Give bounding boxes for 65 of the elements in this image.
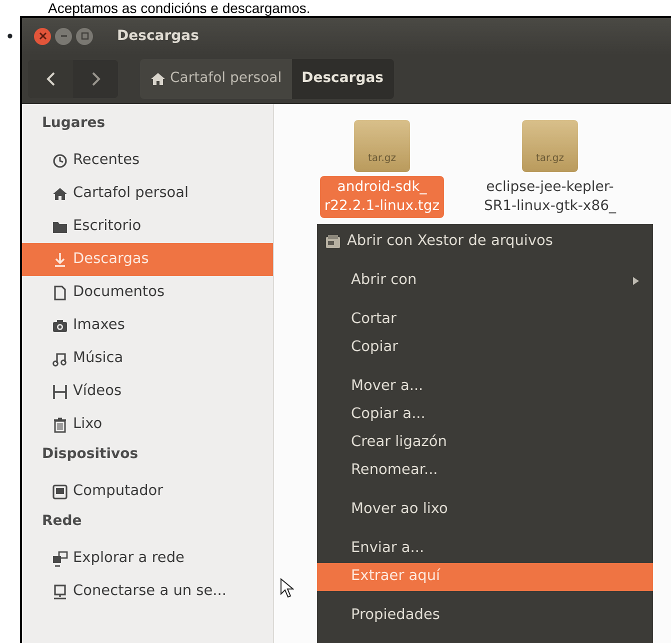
chevron-left-icon (46, 72, 56, 86)
menu-item[interactable]: Crear ligazón (317, 429, 653, 457)
drive-icon (52, 484, 68, 500)
sidebar-item[interactable]: Lixo (22, 408, 273, 441)
sidebar-item[interactable]: Cartafol persoal (22, 177, 273, 210)
sidebar-label: Descargas (73, 250, 149, 269)
breadcrumb-button[interactable]: Cartafol persoal (140, 58, 292, 98)
sidebar-label: Recentes (73, 150, 140, 170)
file-name[interactable]: eclipse-jee-kepler- SR1-linux-gtk-x86_ (480, 176, 620, 218)
mouse-pointer-icon (280, 578, 294, 598)
submenu-arrow-icon (633, 277, 639, 285)
sidebar-item[interactable]: Imaxes (22, 309, 273, 342)
menu-item[interactable]: Copiar (317, 334, 653, 362)
archive-icon (325, 234, 341, 250)
menu-item[interactable]: Mover ao lixo (317, 485, 653, 524)
archive-file-icon: tar.gz (522, 120, 578, 172)
document-icon (52, 284, 68, 300)
sidebar-label: Escritorio (73, 216, 142, 236)
clock-icon (52, 152, 68, 168)
menu-item[interactable]: Enviar a... (317, 524, 653, 563)
bullet: • (4, 28, 16, 46)
chevron-right-icon (90, 72, 100, 86)
maximize-icon[interactable] (76, 28, 93, 44)
music-icon (52, 350, 68, 366)
close-icon[interactable] (34, 28, 51, 44)
sidebar-label: Explorar a rede (73, 548, 184, 568)
menu-item[interactable]: Renomear... (317, 457, 653, 485)
network-icon (52, 550, 68, 566)
sidebar-label: Vídeos (73, 382, 122, 401)
sidebar-item[interactable]: Vídeos (22, 375, 273, 408)
home-icon (52, 186, 68, 202)
sidebar-item[interactable]: Explorar a rede (22, 542, 273, 575)
menu-item[interactable]: Abrir con Xestor de arquivos (317, 228, 653, 256)
sidebar-item[interactable]: Escritorio (22, 210, 273, 243)
sidebar-item[interactable]: Música (22, 342, 273, 375)
sidebar-item[interactable]: Documentos (22, 276, 273, 309)
minimize-icon[interactable] (55, 28, 72, 44)
film-strip-icon (52, 384, 68, 400)
menu-item[interactable]: Propiedades (317, 591, 653, 630)
section-heading: Lugares (41, 114, 106, 133)
sidebar-label: Conectarse a un se... (73, 582, 226, 601)
sidebar-label: Música (73, 348, 124, 368)
menu-item[interactable]: Cortar (317, 295, 653, 334)
home-icon (150, 70, 166, 86)
menu-item[interactable]: Abrir con (317, 256, 653, 295)
sidebar-label: Documentos (73, 282, 165, 302)
camera-icon (52, 318, 68, 334)
sidebar-label: Computador (73, 482, 164, 501)
sidebar-item[interactable]: Conectarse a un se... (22, 575, 273, 608)
sidebar-item[interactable]: Computador (22, 475, 273, 508)
window-title: Descargas (117, 26, 199, 46)
menu-item[interactable]: Mover a... (317, 362, 653, 401)
archive-file-icon: tar.gz (354, 120, 410, 172)
section-heading: Dispositivos (41, 445, 140, 464)
section-heading: Rede (41, 512, 83, 531)
page-text: Aceptamos as condicións e descargamos. (47, 0, 312, 16)
sidebar-label: Imaxes (73, 316, 125, 335)
menu-item[interactable]: Copiar a... (317, 401, 653, 429)
breadcrumb-button[interactable]: Descargas (292, 58, 394, 98)
sidebar-label: Lixo (73, 414, 102, 434)
trash-icon (52, 416, 68, 432)
monitor-icon (52, 584, 68, 600)
sidebar-item[interactable]: Recentes (22, 144, 273, 177)
download-icon (52, 252, 68, 268)
sidebar-label: Cartafol persoal (73, 184, 189, 203)
